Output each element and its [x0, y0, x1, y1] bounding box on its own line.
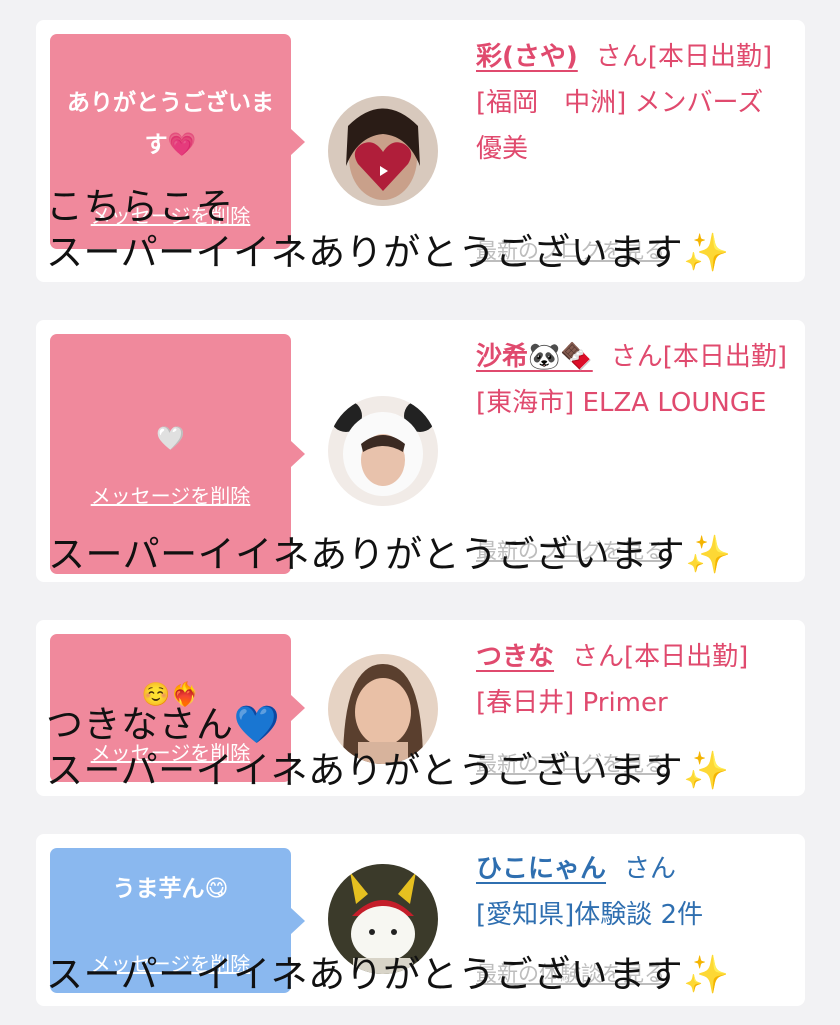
message-text: ありがとうございます💗 [67, 90, 274, 158]
message-text: 🤍 [156, 426, 185, 452]
notification-card: うま芋ん😋 メッセージを削除 ひこにゃん さん [愛知県]体験談 2件 最新の体験… [36, 834, 805, 1006]
notification-card: ☺️❤️‍🔥 メッセージを削除 つきな さん[本日出勤] [春日井] Primer… [36, 620, 805, 796]
avatar[interactable] [328, 396, 438, 506]
user-name-link[interactable]: ひこにゃん [476, 854, 606, 884]
delete-message-link[interactable]: メッセージを削除 [50, 480, 291, 509]
honorific: さん [572, 642, 625, 672]
user-info: 沙希🐼🍫 さん[本日出勤] [東海市] ELZA LOUNGE [476, 334, 796, 426]
user-name-link[interactable]: 彩(さや) [476, 42, 578, 72]
user-info: ひこにゃん さん [愛知県]体験談 2件 [476, 846, 796, 938]
notification-card: ありがとうございます💗 メッセージを削除 彩(さや) さん[本日出勤] [福岡 中… [36, 20, 805, 282]
notification-card: 🤍 メッセージを削除 沙希🐼🍫 さん[本日出勤] [東海市] ELZA LOUNG… [36, 320, 805, 582]
overlay-line: つきなさん💙 [46, 703, 281, 746]
overlay-line: こちらこそ [46, 185, 234, 228]
user-name-link[interactable]: 沙希🐼🍫 [476, 342, 593, 372]
location-shop: [東海市] ELZA LOUNGE [476, 388, 767, 418]
user-name-link[interactable]: つきな [476, 642, 554, 672]
attendance-status: [本日出勤] [647, 42, 773, 72]
honorific: さん [610, 342, 663, 372]
message-text: うま芋ん😋 [112, 876, 229, 902]
overlay-caption: こちらこそ スーパーイイネありがとうございます✨ [46, 184, 730, 276]
attendance-status: [本日出勤] [662, 342, 788, 372]
overlay-line: スーパーイイネありがとうございます✨ [46, 749, 730, 792]
honorific: さん [624, 854, 677, 884]
overlay-caption: スーパーイイネありがとうございます✨ [46, 952, 730, 998]
overlay-line: スーパーイイネありがとうございます✨ [46, 231, 730, 274]
overlay-line: スーパーイイネありがとうございます✨ [48, 533, 732, 576]
user-info: 彩(さや) さん[本日出勤] [福岡 中洲] メンバーズ 優美 [476, 34, 796, 172]
attendance-status: [本日出勤] [624, 642, 749, 672]
overlay-caption: スーパーイイネありがとうございます✨ [48, 532, 732, 578]
overlay-line: スーパーイイネありがとうございます✨ [46, 953, 730, 996]
overlay-caption: つきなさん💙 スーパーイイネありがとうございます✨ [46, 702, 730, 794]
location-review-count: [愛知県]体験談 2件 [476, 900, 704, 930]
location-shop: [福岡 中洲] メンバーズ 優美 [476, 88, 764, 164]
honorific: さん [595, 42, 648, 72]
